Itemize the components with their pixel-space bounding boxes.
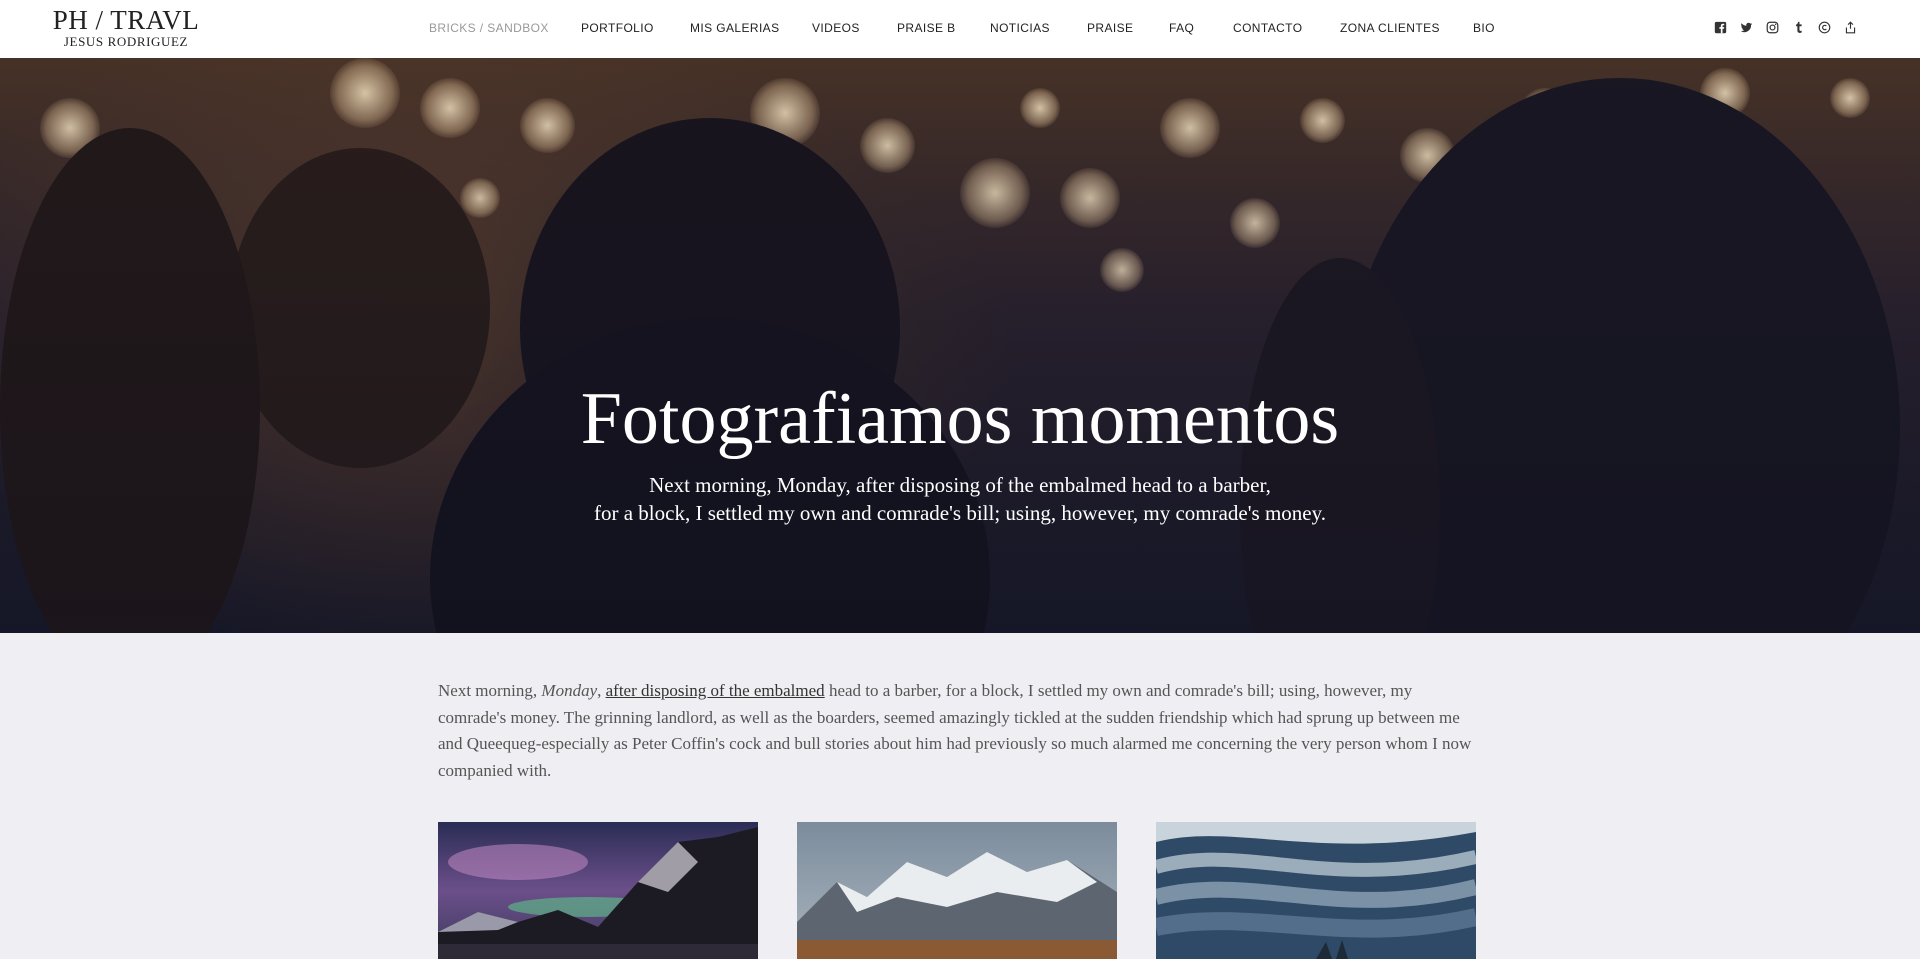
hero-banner: Fotografiamos momentos Next morning, Mon…	[0, 58, 1920, 633]
nav-item-contacto[interactable]: CONTACTO	[1233, 21, 1302, 35]
hero-subtitle: Next morning, Monday, after disposing of…	[0, 471, 1920, 527]
image-gallery	[438, 822, 1476, 959]
instagram-icon[interactable]	[1764, 19, 1780, 35]
nav-item-bio[interactable]: BIO	[1473, 21, 1495, 35]
nav-item-mis-galerias[interactable]: MIS GALERIAS	[690, 21, 780, 35]
site-header: PH / TRAVL JESUS RODRIGUEZ BRICKS / SAND…	[0, 0, 1920, 58]
misty-waves-image[interactable]	[1156, 822, 1476, 959]
snowy-peaks-image[interactable]	[797, 822, 1117, 959]
nav-item-portfolio[interactable]: PORTFOLIO	[581, 21, 654, 35]
tumblr-icon[interactable]	[1790, 19, 1806, 35]
hero-subtitle-line-2: for a block, I settled my own and comrad…	[593, 501, 1327, 525]
intro-paragraph: Next morning, Monday, after disposing of…	[438, 681, 1472, 780]
nav-item-praise[interactable]: PRAISE	[1087, 21, 1133, 35]
hero-subtitle-line-1: Next morning, Monday, after disposing of…	[649, 473, 1271, 497]
twitter-icon[interactable]	[1738, 19, 1754, 35]
main-nav: BRICKS / SANDBOX PORTFOLIO MIS GALERIAS …	[0, 0, 1920, 58]
nav-item-praise-b[interactable]: PRAISE B	[897, 21, 956, 35]
intro-link[interactable]: after disposing of the embalmed	[606, 681, 825, 700]
nav-item-faq[interactable]: FAQ	[1169, 21, 1194, 35]
intro-italic: Monday	[541, 681, 598, 700]
intro-section: Next morning, Monday, after disposing of…	[438, 678, 1476, 784]
nav-item-zona-clientes[interactable]: ZONA CLIENTES	[1340, 21, 1440, 35]
facebook-icon[interactable]	[1712, 19, 1728, 35]
nav-item-noticias[interactable]: NOTICIAS	[990, 21, 1050, 35]
hero-title: Fotografiamos momentos	[580, 378, 1340, 460]
share-icon[interactable]	[1842, 19, 1858, 35]
nav-item-bricks-sandbox[interactable]: BRICKS / SANDBOX	[429, 21, 549, 35]
nav-item-videos[interactable]: VIDEOS	[812, 21, 860, 35]
aurora-mountains-image[interactable]	[438, 822, 758, 959]
copyright-icon[interactable]	[1816, 19, 1832, 35]
